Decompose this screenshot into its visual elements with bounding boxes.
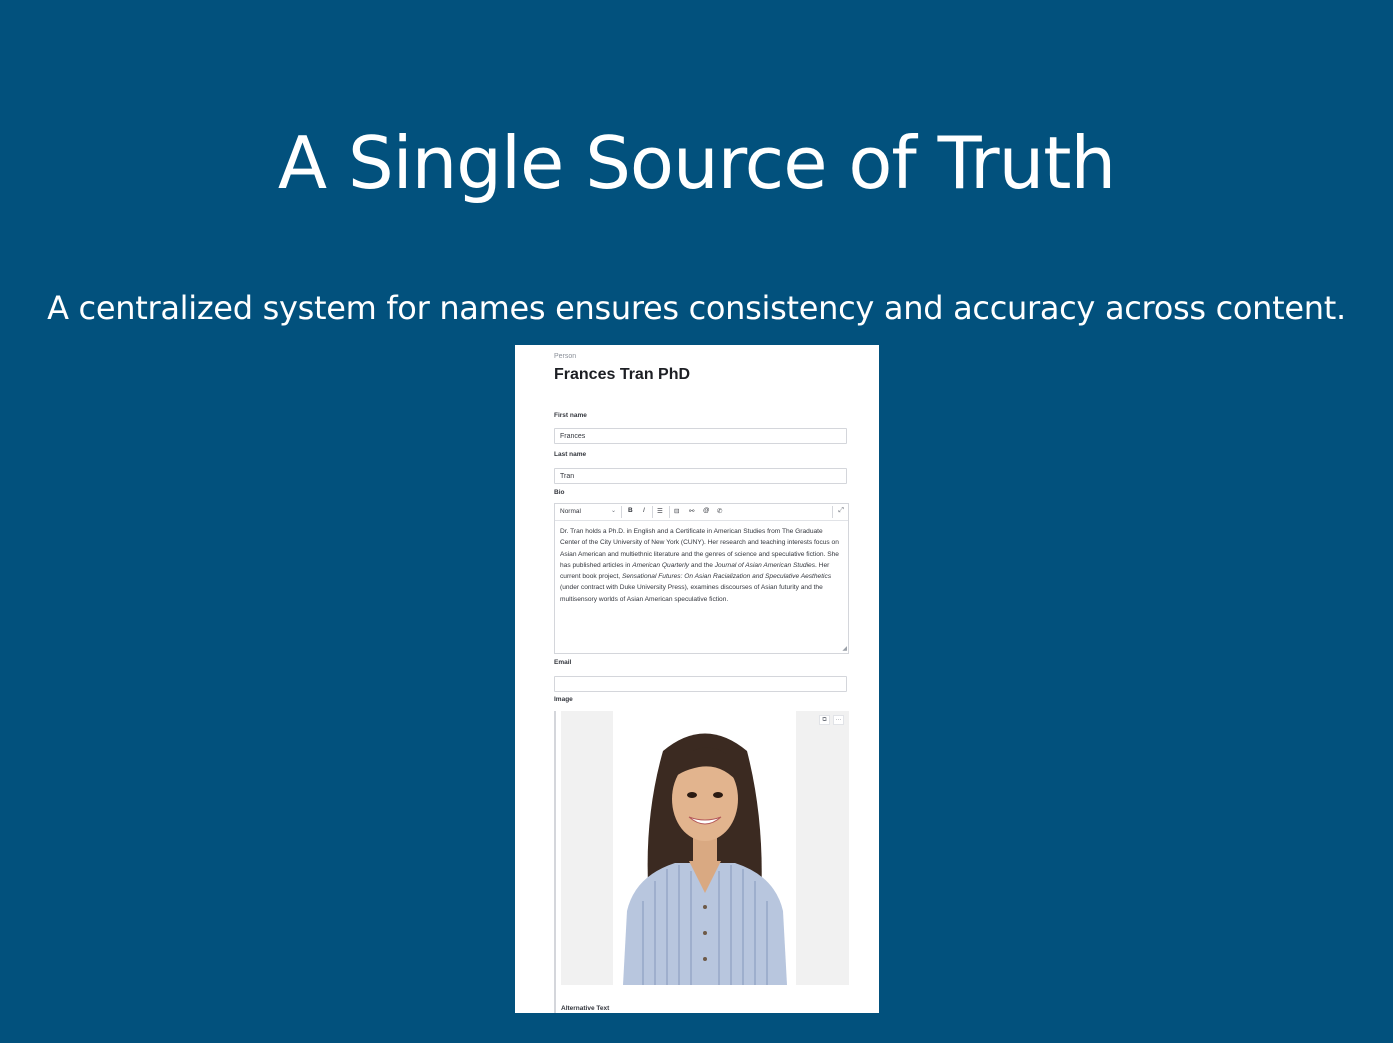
- portrait-illustration: [613, 711, 796, 985]
- toolbar-divider: [832, 506, 833, 518]
- phone-icon[interactable]: ✆: [717, 507, 722, 515]
- expand-icon[interactable]: ⤢: [838, 507, 844, 515]
- image-field: ⧉ ···: [554, 711, 850, 1013]
- bio-text-run: (under contract with Duke University Pre…: [560, 584, 823, 603]
- toolbar-divider: [621, 506, 622, 518]
- email-label: Email: [554, 659, 572, 666]
- mention-icon[interactable]: @: [703, 507, 710, 514]
- image-preview-frame[interactable]: ⧉ ···: [561, 711, 849, 985]
- bio-rich-text-editor[interactable]: Normal ⌄ B I ☰ ⊟ ⚯ @ ✆ ⤢ Dr. Tran holds …: [554, 503, 849, 654]
- bio-text-run: and the: [689, 561, 715, 569]
- first-name-label: First name: [554, 412, 587, 419]
- resize-handle-icon[interactable]: ◢: [842, 645, 847, 652]
- insert-block-icon[interactable]: ⊟: [674, 507, 679, 515]
- text-style-select[interactable]: Normal: [560, 508, 581, 515]
- bio-italic-run: Journal of Asian American Studies: [714, 561, 816, 569]
- slide-subtitle: A centralized system for names ensures c…: [47, 289, 1346, 327]
- link-icon[interactable]: ⚯: [689, 507, 694, 515]
- italic-button[interactable]: I: [643, 507, 645, 514]
- crop-icon[interactable]: ⧉: [819, 715, 830, 725]
- alternative-text-label: Alternative Text: [561, 1005, 610, 1012]
- document-title: Frances Tran PhD: [554, 366, 691, 383]
- image-field-rule: [554, 711, 556, 1013]
- chevron-down-icon[interactable]: ⌄: [611, 507, 616, 514]
- image-label: Image: [554, 696, 573, 703]
- first-name-input[interactable]: Frances: [554, 428, 847, 444]
- more-options-icon[interactable]: ···: [833, 715, 844, 725]
- bio-italic-run: American Quarterly: [632, 561, 690, 569]
- document-type-label: Person: [554, 353, 577, 360]
- bold-button[interactable]: B: [628, 507, 633, 514]
- slide-title: A Single Source of Truth: [277, 121, 1116, 205]
- bio-italic-run: Sensational Futures: On Asian Racializat…: [621, 573, 832, 581]
- bio-text[interactable]: Dr. Tran holds a Ph.D. in English and a …: [560, 526, 842, 605]
- email-input[interactable]: [554, 676, 847, 692]
- toolbar-divider: [652, 506, 653, 518]
- last-name-input[interactable]: Tran: [554, 468, 847, 484]
- bio-label: Bio: [554, 489, 565, 496]
- toolbar-divider: [669, 506, 670, 518]
- person-photo: [613, 711, 796, 985]
- last-name-label: Last name: [554, 451, 587, 458]
- bullet-list-icon[interactable]: ☰: [657, 507, 663, 515]
- cms-document-panel: Person Frances Tran PhD First name Franc…: [515, 345, 879, 1013]
- editor-toolbar: Normal ⌄ B I ☰ ⊟ ⚯ @ ✆ ⤢: [555, 504, 848, 521]
